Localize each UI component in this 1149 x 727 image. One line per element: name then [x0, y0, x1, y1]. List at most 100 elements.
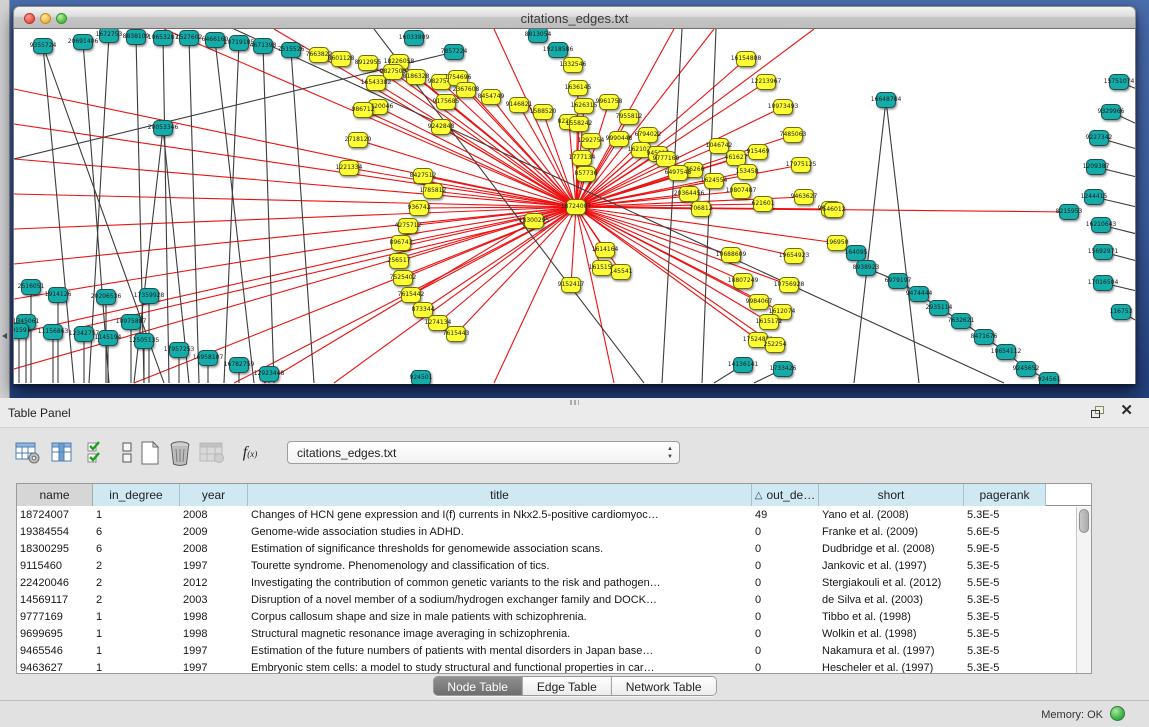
panel-collapse-arrow-icon[interactable]	[2, 333, 7, 339]
graph-node[interactable]: 8838109	[126, 29, 146, 45]
graph-node[interactable]: 145541	[611, 264, 631, 280]
table-cell[interactable]: 6	[93, 524, 180, 541]
table-cell[interactable]: 5.9E-5	[964, 541, 1046, 558]
table-cell[interactable]: Structural magnetic resonance image aver…	[248, 626, 752, 643]
table-cell[interactable]: 0	[752, 609, 819, 626]
table-cell[interactable]: 1	[93, 609, 180, 626]
graph-node[interactable]: 20206536	[96, 289, 116, 305]
graph-node[interactable]: 8601128	[331, 51, 351, 67]
table-cell[interactable]: 1997	[180, 643, 248, 660]
graph-node[interactable]: 1292754	[581, 133, 601, 149]
graph-node[interactable]: 2367608	[456, 82, 476, 98]
graph-node[interactable]: 153458	[737, 164, 757, 180]
graph-node[interactable]: 12505135	[134, 333, 154, 349]
graph-node[interactable]: 1733426	[773, 361, 793, 377]
table-cell[interactable]: 49	[752, 507, 819, 524]
table-cell[interactable]: 0	[752, 626, 819, 643]
graph-node[interactable]: 8186328	[406, 69, 426, 85]
graph-node[interactable]: 10719185	[229, 35, 249, 51]
table-cell[interactable]: 5.5E-5	[964, 575, 1046, 592]
tab-edge-table[interactable]: Edge Table	[523, 677, 612, 695]
table-cell[interactable]: 18724007	[17, 507, 93, 524]
table-cell[interactable]: 0	[752, 643, 819, 660]
graph-node[interactable]: 1636145	[568, 80, 588, 96]
close-icon[interactable]: ✕	[1120, 403, 1133, 419]
graph-node[interactable]: 1914126	[48, 287, 68, 303]
graph-node[interactable]: 1332546	[563, 57, 583, 73]
table-cell[interactable]: Wolkin et al. (1998)	[819, 626, 964, 643]
table-row[interactable]: 1456911722003Disruption of a novel membe…	[17, 592, 1075, 609]
graph-node[interactable]: 10654112	[996, 344, 1016, 360]
graph-node[interactable]: 706812	[691, 201, 711, 217]
table-vertical-scrollbar[interactable]	[1076, 507, 1091, 673]
graph-node[interactable]: 4275712	[398, 218, 418, 234]
graph-node[interactable]: 11156863	[43, 324, 63, 340]
graph-node[interactable]: 18300295	[524, 213, 544, 229]
table-cell[interactable]: 5.3E-5	[964, 660, 1046, 673]
scrollbar-thumb[interactable]	[1079, 509, 1089, 533]
graph-node[interactable]: 12213967	[756, 74, 776, 90]
graph-node[interactable]: 16154808	[736, 51, 756, 67]
graph-node[interactable]: 1785812	[423, 183, 443, 199]
graph-node[interactable]: 14136141	[733, 357, 753, 373]
table-cell[interactable]: 9777169	[17, 609, 93, 626]
new-table-button[interactable]	[136, 438, 164, 468]
table-cell[interactable]: Genome-wide association studies in ADHD.	[248, 524, 752, 541]
table-row[interactable]: 946362711997Embryonic stem cells: a mode…	[17, 660, 1075, 673]
table-cell[interactable]: 2	[93, 592, 180, 609]
graph-node[interactable]: 16958107	[198, 350, 218, 366]
graph-node[interactable]: 20364456	[679, 186, 699, 202]
graph-node[interactable]: 252254	[765, 337, 785, 353]
table-cell[interactable]: 5.3E-5	[964, 507, 1046, 524]
graph-node[interactable]: 1209387	[1086, 159, 1106, 175]
table-cell[interactable]: 22420046	[17, 575, 93, 592]
table-cell[interactable]: 0	[752, 575, 819, 592]
graph-node[interactable]: 7663822	[309, 47, 329, 63]
graph-node[interactable]: 17359928	[139, 288, 159, 304]
table-cell[interactable]: de Silva et al. (2003)	[819, 592, 964, 609]
table-cell[interactable]: 19384554	[17, 524, 93, 541]
graph-node[interactable]: 7525402	[393, 270, 413, 286]
table-row[interactable]: 911546021997Tourette syndrome. Phenomeno…	[17, 558, 1075, 575]
table-row[interactable]: 1938455462009Genome-wide association stu…	[17, 524, 1075, 541]
table-cell[interactable]: 2008	[180, 507, 248, 524]
network-window-titlebar[interactable]: citations_edges.txt	[13, 6, 1136, 29]
table-cell[interactable]: 5.3E-5	[964, 558, 1046, 575]
graph-node[interactable]: 924501	[411, 370, 431, 384]
table-cell[interactable]: 5.3E-5	[964, 626, 1046, 643]
table-row[interactable]: 1872400712008Changes of HCN gene express…	[17, 507, 1075, 524]
table-cell[interactable]: 1	[93, 507, 180, 524]
column-header-name[interactable]: name	[17, 484, 93, 506]
table-cell[interactable]: 5.6E-5	[964, 524, 1046, 541]
table-cell[interactable]: 9699695	[17, 626, 93, 643]
column-header-short[interactable]: short	[819, 484, 964, 506]
table-cell[interactable]: Changes of HCN gene expression and I(f) …	[248, 507, 752, 524]
table-cell[interactable]: 5.3E-5	[964, 592, 1046, 609]
table-cell[interactable]: 2012	[180, 575, 248, 592]
graph-node[interactable]: 10975887	[121, 314, 141, 330]
graph-node[interactable]: 1221334	[339, 160, 359, 176]
graph-node[interactable]: 9227342	[1089, 130, 1109, 146]
graph-node[interactable]: 17975125	[791, 157, 811, 173]
graph-node[interactable]: 10653287	[153, 30, 173, 46]
graph-node[interactable]: 9175685	[436, 94, 456, 110]
table-settings-button[interactable]	[14, 438, 42, 468]
graph-node[interactable]: 2516051	[21, 279, 41, 295]
table-row[interactable]: 969969511998Structural magnetic resonanc…	[17, 626, 1075, 643]
table-cell[interactable]: 1998	[180, 626, 248, 643]
graph-node[interactable]: 9827503	[383, 64, 403, 80]
graph-node[interactable]: 6979197	[888, 273, 908, 289]
table-cell[interactable]: 1997	[180, 660, 248, 673]
table-cell[interactable]: Embryonic stem cells: a model to study s…	[248, 660, 752, 673]
graph-node[interactable]: 9990448	[609, 131, 629, 147]
graph-node[interactable]: 8215953	[1059, 204, 1079, 220]
graph-node[interactable]: 16033809	[404, 30, 424, 46]
table-cell[interactable]: Estimation of the future numbers of pati…	[248, 643, 752, 660]
table-cell[interactable]: 0	[752, 541, 819, 558]
delete-table-button[interactable]	[166, 438, 194, 468]
graph-node[interactable]: 9984067	[749, 294, 769, 310]
tab-network-table[interactable]: Network Table	[612, 677, 716, 695]
graph-node[interactable]: 391591	[13, 323, 29, 339]
graph-node[interactable]: 1244415	[1084, 189, 1104, 205]
graph-node[interactable]: 15751074	[1109, 74, 1129, 90]
